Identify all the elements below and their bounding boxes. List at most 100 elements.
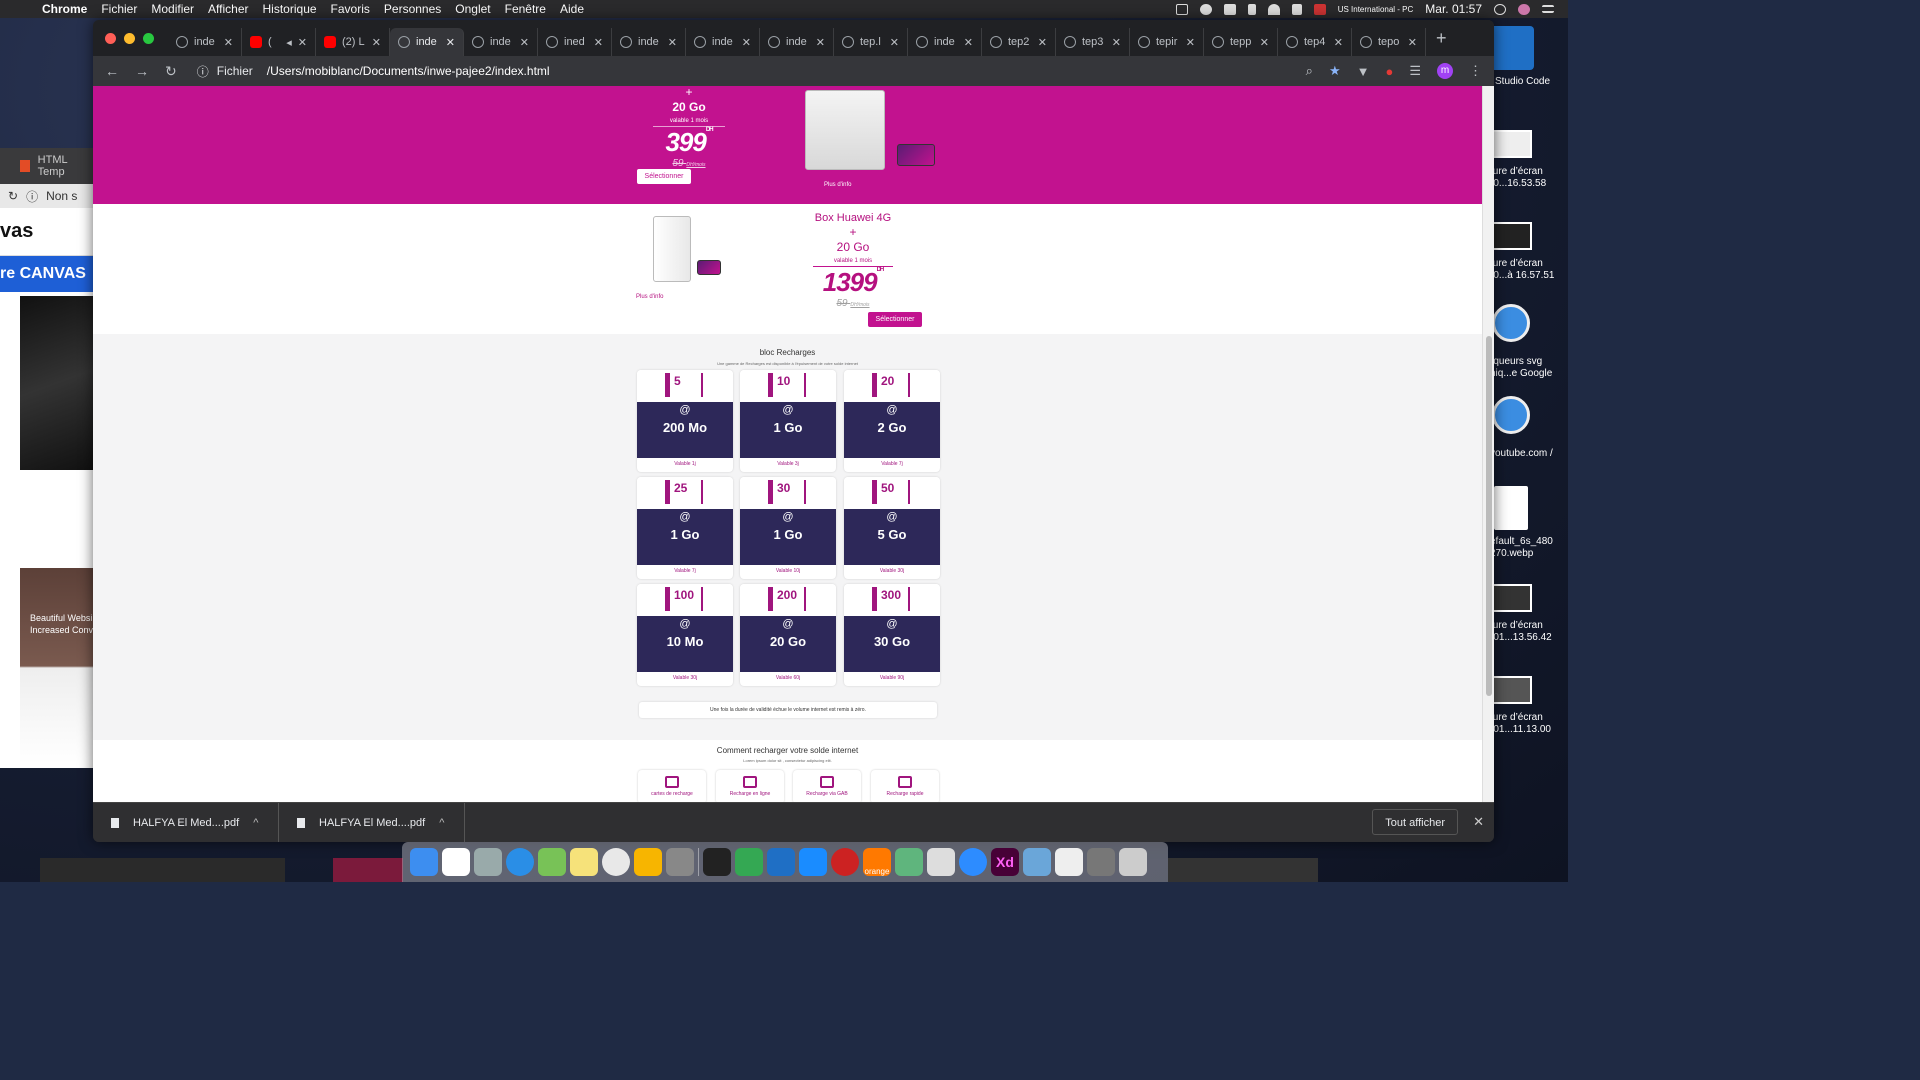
notification-center-icon[interactable] bbox=[1542, 5, 1554, 13]
extension-vue-icon[interactable]: ▼ bbox=[1357, 64, 1370, 79]
terminal-icon[interactable] bbox=[703, 848, 731, 876]
zoom-icon[interactable] bbox=[959, 848, 987, 876]
close-tab-icon[interactable]: ✕ bbox=[1038, 36, 1047, 49]
sketch-icon[interactable] bbox=[634, 848, 662, 876]
browser-tab[interactable]: inde ✕ bbox=[908, 28, 982, 56]
menu-item-modifier[interactable]: Modifier bbox=[151, 2, 194, 16]
chrome-icon[interactable] bbox=[602, 848, 630, 876]
bg-canvas-bar[interactable]: re CANVAS bbox=[0, 256, 95, 292]
browser-tab[interactable]: inde ✕ bbox=[760, 28, 834, 56]
chevron-up-icon[interactable]: ^ bbox=[439, 817, 444, 829]
menu-item-personnes[interactable]: Personnes bbox=[384, 2, 441, 16]
extension-red-icon[interactable]: ● bbox=[1385, 64, 1393, 79]
flag-us-icon[interactable] bbox=[1313, 3, 1326, 15]
android-studio-icon[interactable] bbox=[538, 848, 566, 876]
browser-tab[interactable]: inde ✕ bbox=[464, 28, 538, 56]
scrollbar-thumb[interactable] bbox=[1486, 336, 1492, 696]
sequel-pro-icon[interactable] bbox=[927, 848, 955, 876]
select-offer-1-button[interactable]: Sélectionner bbox=[637, 169, 691, 184]
recharge-card[interactable]: 300 @30 Go Valable 90j bbox=[844, 584, 940, 686]
wifi-icon[interactable] bbox=[1267, 3, 1280, 15]
close-tab-icon[interactable]: ✕ bbox=[1408, 36, 1417, 49]
close-tab-icon[interactable]: ✕ bbox=[816, 36, 825, 49]
bg-tab-title[interactable]: HTML Temp bbox=[38, 154, 95, 178]
dropbox-icon[interactable] bbox=[1175, 3, 1188, 15]
browser-tab[interactable]: inde ✕ bbox=[686, 28, 760, 56]
close-tab-icon[interactable]: ✕ bbox=[224, 36, 233, 49]
option-recharge-gab[interactable]: Recharge via GAB bbox=[793, 770, 861, 802]
menu-item-afficher[interactable]: Afficher bbox=[208, 2, 248, 16]
media-control-icon[interactable]: ☰ bbox=[1409, 63, 1421, 79]
spotlight-icon[interactable] bbox=[1494, 3, 1506, 15]
menu-app-name[interactable]: Chrome bbox=[42, 2, 87, 16]
close-tab-icon[interactable]: ✕ bbox=[668, 36, 677, 49]
trash-icon[interactable] bbox=[1119, 848, 1147, 876]
option-recharge-en-ligne[interactable]: Recharge en ligne bbox=[716, 770, 784, 802]
menu-item-aide[interactable]: Aide bbox=[560, 2, 584, 16]
close-tab-icon[interactable]: ✕ bbox=[520, 36, 529, 49]
speaker-icon[interactable]: ◂ bbox=[286, 36, 292, 49]
siri-icon[interactable] bbox=[1518, 3, 1530, 15]
recharge-card[interactable]: 10 @1 Go Valable 3j bbox=[740, 370, 836, 472]
close-tab-icon[interactable]: ✕ bbox=[446, 36, 455, 49]
desktop-item-screenshot-3[interactable]: ture d’écran -01...13.56.42 bbox=[1490, 584, 1568, 644]
desktop-item-webloc-2[interactable]: youtube.com / bbox=[1490, 396, 1568, 460]
close-tab-icon[interactable]: ✕ bbox=[1334, 36, 1343, 49]
clock[interactable]: Mar. 01:57 bbox=[1425, 2, 1482, 16]
browser-tab[interactable]: inde ✕ bbox=[168, 28, 242, 56]
finder-icon[interactable] bbox=[410, 848, 438, 876]
download-filename[interactable]: HALFYA El Med....pdf bbox=[133, 817, 239, 829]
system-preferences-icon[interactable] bbox=[666, 848, 694, 876]
page-scrollbar[interactable] bbox=[1482, 86, 1494, 802]
close-tab-icon[interactable]: ✕ bbox=[1260, 36, 1269, 49]
close-tab-icon[interactable]: ✕ bbox=[372, 36, 381, 49]
close-window-button[interactable] bbox=[105, 32, 116, 44]
volume-icon[interactable] bbox=[1291, 3, 1302, 15]
opera-icon[interactable] bbox=[831, 848, 859, 876]
download-filename[interactable]: HALFYA El Med....pdf bbox=[319, 817, 425, 829]
menu-item-fichier[interactable]: Fichier bbox=[101, 2, 137, 16]
document-icon[interactable] bbox=[1055, 848, 1083, 876]
info-icon[interactable]: ⓘ bbox=[197, 63, 209, 80]
recharge-card[interactable]: 25 @1 Go Valable 7j bbox=[637, 477, 733, 579]
recharge-card[interactable]: 5 @200 Mo Valable 1j bbox=[637, 370, 733, 472]
minimize-window-button[interactable] bbox=[124, 32, 135, 44]
chevron-up-icon[interactable]: ^ bbox=[253, 817, 258, 829]
omnibox[interactable]: ⓘ Fichier /Users/mobiblanc/Documents/inw… bbox=[197, 63, 550, 80]
browser-tab[interactable]: (◂ ✕ bbox=[242, 28, 316, 56]
adobe-xd-icon[interactable]: Xd bbox=[991, 848, 1019, 876]
zoom-window-button[interactable] bbox=[143, 32, 154, 44]
download-item[interactable]: HALFYA El Med....pdf ^ bbox=[279, 802, 465, 842]
close-tab-icon[interactable]: ✕ bbox=[1186, 36, 1195, 49]
google-drive-icon[interactable] bbox=[735, 848, 763, 876]
close-tab-icon[interactable]: ✕ bbox=[742, 36, 751, 49]
desktop-item-vscode[interactable]: l Studio Code bbox=[1490, 26, 1568, 88]
browser-tab[interactable]: tepp ✕ bbox=[1204, 28, 1278, 56]
bluetooth-icon[interactable] bbox=[1247, 3, 1256, 15]
browser-tab[interactable]: tepir ✕ bbox=[1130, 28, 1204, 56]
recharge-card[interactable]: 100 @10 Mo Valable 30j bbox=[637, 584, 733, 686]
close-tab-icon[interactable]: ✕ bbox=[594, 36, 603, 49]
browser-tab[interactable]: inde ✕ bbox=[612, 28, 686, 56]
orange-icon[interactable]: orange bbox=[863, 848, 891, 876]
close-tab-icon[interactable]: ✕ bbox=[1112, 36, 1121, 49]
browser-tab[interactable]: tep.l ✕ bbox=[834, 28, 908, 56]
close-tab-icon[interactable]: ✕ bbox=[964, 36, 973, 49]
new-tab-button[interactable]: + bbox=[1436, 28, 1447, 49]
recharge-card[interactable]: 200 @20 Go Valable 60j bbox=[740, 584, 836, 686]
menu-item-fenetre[interactable]: Fenêtre bbox=[505, 2, 546, 16]
desktop-item-webp[interactable]: efault_6s_480 270.webp bbox=[1490, 486, 1568, 560]
offer-1-more-info-link[interactable]: Plus d'info bbox=[824, 182, 852, 188]
select-offer-2-button[interactable]: Sélectionner bbox=[868, 312, 922, 327]
show-all-downloads-button[interactable]: Tout afficher bbox=[1372, 809, 1458, 835]
desktop-item-screenshot-1[interactable]: ture d’écran -0...16.53.58 bbox=[1490, 130, 1568, 190]
bookmark-star-icon[interactable]: ★ bbox=[1329, 63, 1341, 79]
reload-icon[interactable]: ↻ bbox=[8, 189, 18, 203]
recharge-card[interactable]: 50 @5 Go Valable 30j bbox=[844, 477, 940, 579]
reload-icon[interactable]: ↻ bbox=[165, 63, 177, 80]
browser-tab[interactable]: tep3 ✕ bbox=[1056, 28, 1130, 56]
itunes-icon[interactable] bbox=[442, 848, 470, 876]
desktop-item-webloc-1[interactable]: rqueurs svg niq...e Google bbox=[1490, 304, 1568, 380]
recharge-card[interactable]: 20 @2 Go Valable 7j bbox=[844, 370, 940, 472]
keyboard-layout[interactable]: US International - PC bbox=[1338, 5, 1414, 14]
